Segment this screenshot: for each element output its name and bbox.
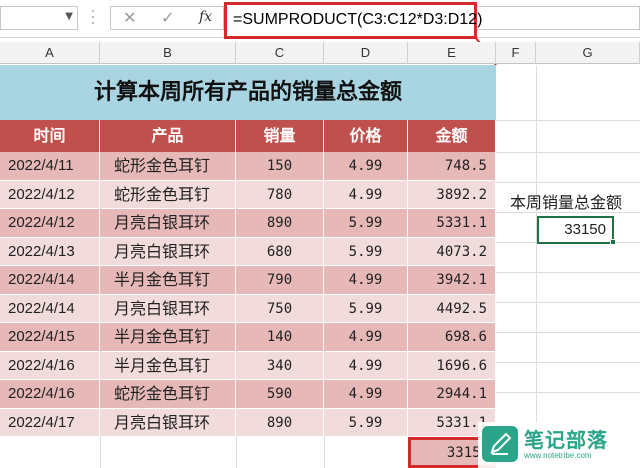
gridline	[496, 120, 640, 121]
gridline	[100, 437, 101, 468]
gridline	[496, 392, 640, 393]
date-cell[interactable]: 2022/4/12	[0, 180, 100, 209]
product-cell[interactable]: 半月金色耳钉	[100, 266, 236, 295]
column-header-g[interactable]: G	[536, 42, 640, 64]
column-header-d[interactable]: D	[324, 42, 408, 64]
header-product[interactable]: 产品	[100, 120, 236, 152]
product-cell[interactable]: 半月金色耳钉	[100, 351, 236, 380]
product-cell[interactable]: 蛇形金色耳钉	[100, 380, 236, 409]
header-date[interactable]: 时间	[0, 120, 100, 152]
qty-cell[interactable]: 790	[236, 266, 324, 295]
pen-logo-icon	[482, 426, 518, 462]
price-cell[interactable]: 4.99	[324, 180, 408, 209]
gridline	[496, 302, 640, 303]
qty-cell[interactable]: 140	[236, 323, 324, 352]
summary-label[interactable]: 本周销量总金额	[510, 188, 640, 218]
sheet-title[interactable]: 计算本周所有产品的销量总金额	[0, 65, 496, 120]
product-cell[interactable]: 蛇形金色耳钉	[100, 180, 236, 209]
product-cell[interactable]: 月亮白银耳环	[100, 408, 236, 437]
date-cell[interactable]: 2022/4/13	[0, 237, 100, 266]
amount-cell[interactable]: 4073.2	[408, 237, 496, 266]
price-cell[interactable]: 4.99	[324, 380, 408, 409]
qty-cell[interactable]: 780	[236, 180, 324, 209]
gridline	[496, 182, 640, 183]
summary-result-cell[interactable]: 33150	[537, 216, 614, 244]
amount-cell[interactable]: 1696.6	[408, 351, 496, 380]
qty-cell[interactable]: 750	[236, 294, 324, 323]
date-cell[interactable]: 2022/4/16	[0, 380, 100, 409]
gridline	[496, 362, 640, 363]
gridline	[496, 332, 640, 333]
date-cell[interactable]: 2022/4/16	[0, 351, 100, 380]
qty-cell[interactable]: 890	[236, 408, 324, 437]
date-cell[interactable]: 2022/4/15	[0, 323, 100, 352]
product-cell[interactable]: 半月金色耳钉	[100, 323, 236, 352]
price-cell[interactable]: 4.99	[324, 351, 408, 380]
amount-cell[interactable]: 4492.5	[408, 294, 496, 323]
qty-cell[interactable]: 150	[236, 152, 324, 181]
header-amount[interactable]: 金额	[408, 120, 496, 152]
price-cell[interactable]: 5.99	[324, 209, 408, 238]
amount-cell[interactable]: 698.6	[408, 323, 496, 352]
gridline	[496, 272, 640, 273]
gridline	[536, 65, 537, 468]
amount-cell[interactable]: 3942.1	[408, 266, 496, 295]
date-cell[interactable]: 2022/4/17	[0, 408, 100, 437]
date-cell[interactable]: 2022/4/14	[0, 294, 100, 323]
header-qty[interactable]: 销量	[236, 120, 324, 152]
price-cell[interactable]: 4.99	[324, 323, 408, 352]
price-cell[interactable]: 5.99	[324, 237, 408, 266]
amount-cell[interactable]: 5331.1	[408, 209, 496, 238]
header-price[interactable]: 价格	[324, 120, 408, 152]
amount-cell[interactable]: 3892.2	[408, 180, 496, 209]
product-cell[interactable]: 月亮白银耳环	[100, 294, 236, 323]
column-header-c[interactable]: C	[236, 42, 324, 64]
watermark-url: www.notetribe.com	[524, 451, 592, 460]
product-cell[interactable]: 月亮白银耳环	[100, 209, 236, 238]
qty-cell[interactable]: 590	[236, 380, 324, 409]
column-header-e[interactable]: E	[408, 42, 496, 64]
amount-cell[interactable]: 2944.1	[408, 380, 496, 409]
fill-handle[interactable]	[610, 239, 616, 245]
column-header-a[interactable]: A	[0, 42, 100, 64]
qty-cell[interactable]: 680	[236, 237, 324, 266]
qty-cell[interactable]: 340	[236, 351, 324, 380]
price-cell[interactable]: 5.99	[324, 408, 408, 437]
price-cell[interactable]: 4.99	[324, 152, 408, 181]
qty-cell[interactable]: 890	[236, 209, 324, 238]
date-cell[interactable]: 2022/4/14	[0, 266, 100, 295]
watermark-text: 笔记部落	[524, 428, 608, 452]
column-header-b[interactable]: B	[100, 42, 236, 64]
column-header-f[interactable]: F	[496, 42, 536, 64]
product-cell[interactable]: 蛇形金色耳钉	[100, 152, 236, 181]
amount-cell[interactable]: 748.5	[408, 152, 496, 181]
price-cell[interactable]: 5.99	[324, 294, 408, 323]
gridline	[496, 152, 640, 153]
price-cell[interactable]: 4.99	[324, 266, 408, 295]
date-cell[interactable]: 2022/4/12	[0, 209, 100, 238]
gridline	[236, 437, 237, 468]
product-cell[interactable]: 月亮白银耳环	[100, 237, 236, 266]
date-cell[interactable]: 2022/4/11	[0, 152, 100, 181]
gridline	[324, 437, 325, 468]
